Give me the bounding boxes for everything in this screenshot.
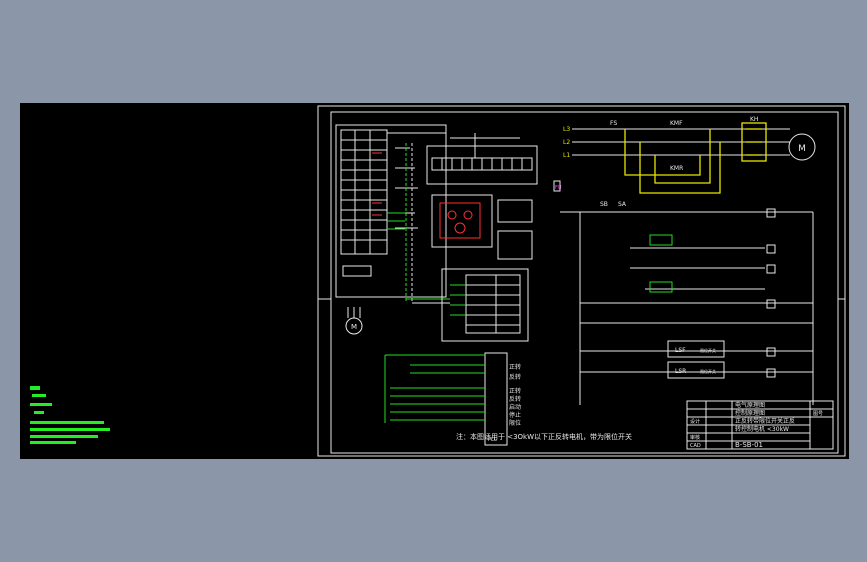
plc-output-labels: 正转 反转 正转 反转 启动 停止 限位: [509, 363, 521, 427]
kh-label: KH: [750, 116, 758, 123]
sa-label: SA: [618, 201, 627, 208]
limit-text-1: 限位开关: [700, 347, 716, 353]
contactor-module: [431, 194, 493, 248]
kmf-label: KMF: [670, 120, 683, 127]
main-motor-label: M: [798, 144, 806, 154]
plc-red-marks: [372, 152, 382, 216]
plc-terminal-block: [335, 124, 447, 298]
plc-io-box: PLC: [384, 352, 508, 446]
plc-label-3: 反转: [509, 395, 521, 403]
control-circuit: SB SA LSF LSR 限位开关 限位开关: [560, 201, 814, 405]
tb-name2: 控制原理图: [735, 409, 765, 417]
green-annotations: [30, 386, 110, 444]
small-motor-label: M: [351, 323, 357, 331]
tb-desc1: 正反转带限位开关正反: [735, 417, 795, 425]
plc-label-2: 正转: [509, 387, 521, 395]
plc-label-1: 反转: [509, 373, 521, 381]
plc-label-4: 启动: [509, 403, 521, 411]
fu-label: FU: [555, 185, 562, 191]
drawing-note: 注：本图适用于 <3OkW以下正反转电机，带为限位开关: [456, 432, 632, 441]
aux-module-2: [497, 230, 533, 260]
phase-l3: L3: [563, 126, 570, 133]
terminal-strip: [441, 268, 529, 342]
tb-name1: 电气原理图: [735, 401, 765, 409]
fuse-label: FS: [610, 120, 617, 127]
tb-row2: CAD: [690, 443, 701, 449]
plc-label-6: 限位: [509, 419, 521, 427]
aux-module-1: [497, 199, 533, 223]
cad-viewport[interactable]: M PLC 正转 反转 正转 反转 启动 停止 限位 L3 L2 L1 FS K…: [20, 103, 849, 459]
limit-text-2: 限位开关: [700, 368, 716, 374]
tb-code: B-SB-01: [735, 441, 763, 449]
power-circuit: L3 L2 L1 FS KMF KMR KH FU: [553, 116, 790, 194]
lsf-label: LSF: [675, 347, 686, 354]
tb-right: 图号: [813, 411, 823, 417]
small-motor: M: [345, 307, 363, 335]
plc-label-5: 停止: [509, 411, 521, 419]
main-motor: M: [788, 133, 816, 161]
title-block: 电气原理图 控制原理图 正反转带限位开关正反 转控制电机 <30kW B-SB-…: [686, 400, 834, 450]
tb-row1: 审核: [690, 434, 700, 441]
phase-l1: L1: [563, 152, 570, 159]
tb-row0: 设计: [690, 418, 700, 425]
sb-label: SB: [600, 201, 608, 208]
tb-desc2: 转控制电机 <30kW: [735, 425, 789, 433]
schematic-drawing: M PLC 正转 反转 正转 反转 启动 停止 限位 L3 L2 L1 FS K…: [30, 105, 846, 457]
kmr-label: KMR: [670, 165, 683, 172]
phase-l2: L2: [563, 139, 570, 146]
relay-board: [426, 133, 538, 185]
lsr-label: LSR: [675, 368, 686, 375]
plc-green-wires: [387, 143, 450, 304]
plc-label-0: 正转: [509, 363, 521, 371]
